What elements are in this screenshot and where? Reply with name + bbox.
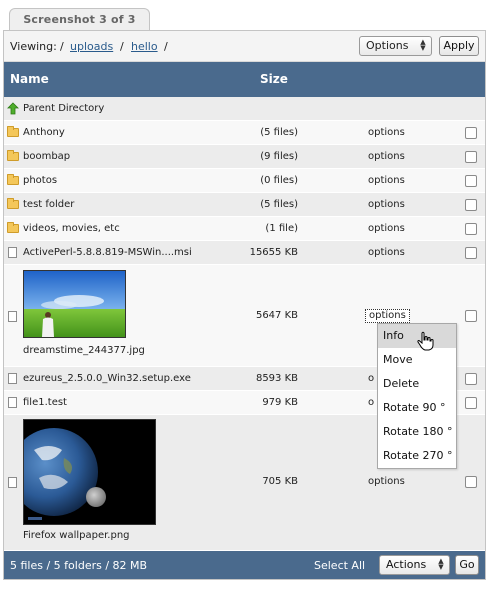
file-size: 705 KB — [262, 476, 298, 487]
options-link[interactable]: o — [368, 373, 374, 384]
file-name[interactable]: ezureus_2.5.0.0_Win32.setup.exe — [23, 373, 191, 384]
file-name[interactable]: photos — [23, 175, 57, 186]
apply-button[interactable]: Apply — [439, 36, 479, 56]
table-row[interactable]: ActivePerl-5.8.8.819-MSWin....msi 15655 … — [4, 241, 485, 265]
file-icon — [8, 247, 17, 258]
table-row[interactable]: videos, movies, etc (1 file) options — [4, 217, 485, 241]
up-arrow-icon — [7, 102, 19, 115]
column-header-name[interactable]: Name — [10, 72, 49, 86]
file-size: (5 files) — [260, 127, 298, 138]
image-thumbnail[interactable] — [23, 270, 126, 338]
field-sky-image — [24, 271, 125, 337]
file-name[interactable]: ActivePerl-5.8.8.819-MSWin....msi — [23, 247, 192, 258]
actions-select-value: Actions — [386, 558, 427, 571]
image-thumbnail[interactable] — [23, 419, 156, 525]
parent-directory-row[interactable]: Parent Directory — [4, 97, 485, 121]
options-link[interactable]: options — [368, 476, 405, 487]
table-row[interactable]: photos (0 files) options — [4, 169, 485, 193]
menu-item-move[interactable]: Move — [378, 348, 456, 372]
hand-cursor-icon — [417, 331, 434, 351]
column-header-size[interactable]: Size — [260, 72, 288, 86]
file-name[interactable]: Firefox wallpaper.png — [23, 530, 130, 541]
options-select-value: Options — [366, 39, 409, 52]
row-checkbox[interactable] — [465, 175, 477, 187]
file-size: 5647 KB — [255, 310, 298, 321]
folder-icon — [7, 198, 19, 209]
select-all-link[interactable]: Select All — [314, 559, 365, 572]
options-link[interactable]: options — [368, 127, 405, 138]
breadcrumb-hello-link[interactable]: hello — [131, 40, 158, 53]
earth-moon-image — [24, 420, 155, 524]
file-size: 979 KB — [262, 397, 298, 408]
options-link[interactable]: options — [368, 151, 405, 162]
file-name[interactable]: test folder — [23, 199, 74, 210]
options-link[interactable]: o — [368, 397, 374, 408]
row-checkbox[interactable] — [465, 247, 477, 259]
select-arrows-icon: ▲ ▼ — [438, 557, 444, 571]
screenshot-tab[interactable]: Screenshot 3 of 3 — [9, 8, 150, 32]
menu-item-delete[interactable]: Delete — [378, 372, 456, 396]
menu-item-rotate-270[interactable]: Rotate 270 ° — [378, 444, 456, 468]
file-name[interactable]: file1.test — [23, 397, 67, 408]
table-row[interactable]: boombap (9 files) options — [4, 145, 485, 169]
file-size: (0 files) — [260, 175, 298, 186]
options-link[interactable]: options — [368, 223, 405, 234]
file-name[interactable]: videos, movies, etc — [23, 223, 120, 234]
menu-item-rotate-180[interactable]: Rotate 180 ° — [378, 420, 456, 444]
folder-stats: 5 files / 5 folders / 82 MB — [10, 559, 148, 572]
folder-icon — [7, 126, 19, 137]
row-checkbox[interactable] — [465, 127, 477, 139]
row-checkbox[interactable] — [465, 310, 477, 322]
file-icon — [8, 311, 17, 322]
folder-icon — [7, 174, 19, 185]
folder-icon — [7, 150, 19, 161]
table-header: Name Size — [4, 62, 485, 97]
parent-directory-label[interactable]: Parent Directory — [23, 103, 104, 114]
file-size: 15655 KB — [249, 247, 298, 258]
options-link[interactable]: options — [368, 247, 405, 258]
breadcrumb-separator: / — [60, 40, 64, 53]
breadcrumb-separator: / — [120, 40, 124, 53]
row-checkbox[interactable] — [465, 397, 477, 409]
file-size: (5 files) — [260, 199, 298, 210]
actions-select[interactable]: Actions ▲ ▼ — [379, 555, 450, 575]
file-name[interactable]: boombap — [23, 151, 70, 162]
file-name[interactable]: dreamstime_244377.jpg — [23, 345, 145, 356]
viewing-bar: Viewing: / uploads / hello / Options ▲ ▼ … — [4, 31, 485, 62]
row-checkbox[interactable] — [465, 151, 477, 163]
file-icon — [8, 397, 17, 408]
file-browser-panel: Viewing: / uploads / hello / Options ▲ ▼ … — [3, 30, 486, 580]
file-icon — [8, 477, 17, 488]
select-arrows-icon: ▲ ▼ — [420, 38, 426, 52]
table-row[interactable]: test folder (5 files) options — [4, 193, 485, 217]
row-checkbox[interactable] — [465, 223, 477, 235]
folder-icon — [7, 222, 19, 233]
menu-item-rotate-90[interactable]: Rotate 90 ° — [378, 396, 456, 420]
row-checkbox[interactable] — [465, 373, 477, 385]
file-size: (1 file) — [265, 223, 298, 234]
go-button[interactable]: Go — [455, 555, 479, 575]
file-name[interactable]: Anthony — [23, 127, 65, 138]
viewing-label: Viewing: — [10, 40, 57, 53]
file-size: (9 files) — [260, 151, 298, 162]
file-icon — [8, 373, 17, 384]
footer-bar: 5 files / 5 folders / 82 MB Select All A… — [4, 551, 485, 579]
row-checkbox[interactable] — [465, 199, 477, 211]
options-link[interactable]: options — [368, 175, 405, 186]
breadcrumb-uploads-link[interactable]: uploads — [70, 40, 113, 53]
options-select[interactable]: Options ▲ ▼ — [359, 36, 432, 56]
options-link[interactable]: options — [368, 199, 405, 210]
row-checkbox[interactable] — [465, 476, 477, 488]
breadcrumb-separator: / — [164, 40, 168, 53]
options-link-active[interactable]: options — [365, 309, 410, 323]
table-row[interactable]: Anthony (5 files) options — [4, 121, 485, 145]
file-size: 8593 KB — [255, 373, 298, 384]
